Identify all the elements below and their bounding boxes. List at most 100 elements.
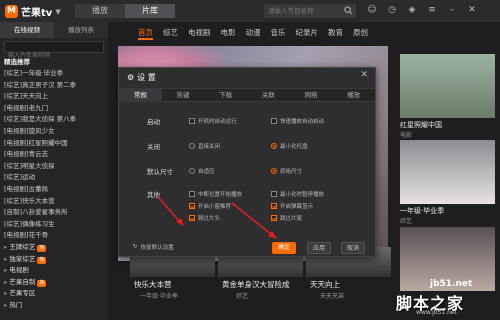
sidebar-category[interactable]: 电视剧 xyxy=(4,265,104,277)
option-label: 跳过片头 xyxy=(198,216,221,222)
search-input[interactable] xyxy=(268,4,340,18)
menu-icon[interactable]: ≡ xyxy=(426,3,438,17)
ok-button[interactable]: 确定 xyxy=(272,242,296,254)
sidebar-item[interactable]: [电视剧]老九门 xyxy=(4,103,104,115)
option-pause-minimized[interactable]: 最小化时暂停播放 xyxy=(271,190,324,198)
dialog-footer: ↻ 恢复默认设置 确定 应用 取消 xyxy=(119,240,375,256)
nav-movie[interactable]: 电影 xyxy=(221,26,236,40)
radio-button[interactable] xyxy=(271,168,277,174)
checkbox[interactable] xyxy=(189,118,195,124)
poster-title[interactable]: 红星照耀中国 xyxy=(400,120,442,130)
sidebar-item[interactable]: [自制]八卦爱星事务所 xyxy=(4,207,104,219)
sidebar-item[interactable]: [电视剧]青云志 xyxy=(4,149,104,161)
dialog-title-text: 设 置 xyxy=(137,73,156,82)
sidebar-item[interactable]: [综艺]真正男子汉 第二季 xyxy=(4,80,104,92)
clock-icon[interactable]: ◷ xyxy=(386,3,398,17)
poster-thumbnail[interactable] xyxy=(400,54,495,118)
sidebar-item[interactable]: [电视剧]旋风少女 xyxy=(4,126,104,138)
option-close-directly[interactable]: 直接关闭 xyxy=(189,142,220,150)
sidebar-item[interactable]: [综艺]我是大侦探 第八季 xyxy=(4,114,104,126)
category-label: 热门 xyxy=(9,300,23,309)
option-skip-outro[interactable]: 跳过片尾 xyxy=(271,214,302,222)
tab-play[interactable]: 播放 xyxy=(75,4,125,18)
nav-anime[interactable]: 动漫 xyxy=(246,26,261,40)
sidebar-category[interactable]: 芒果自制热 xyxy=(4,277,104,289)
option-original-size[interactable]: 原始尺寸 xyxy=(271,167,302,175)
sidebar-item[interactable]: [综艺]一年级·毕业季 xyxy=(4,68,104,80)
checkbox[interactable] xyxy=(189,191,195,197)
sidebar-item[interactable]: [综艺]运动 xyxy=(4,172,104,184)
poster-title[interactable]: 快乐大本营 xyxy=(134,279,172,290)
tab-network[interactable]: 网络 xyxy=(290,89,333,101)
skin-icon[interactable]: ◈ xyxy=(406,3,418,17)
sidebar-category[interactable]: 王牌综艺热 xyxy=(4,242,104,254)
sidebar-item[interactable]: [综艺]天天向上 xyxy=(4,91,104,103)
radio-button[interactable] xyxy=(271,143,277,149)
radio-button[interactable] xyxy=(189,143,195,149)
sidebar-item[interactable]: [电视剧]红星照耀中国 xyxy=(4,138,104,150)
poster-title[interactable]: 黄金单身汉大冒险成 xyxy=(222,279,290,290)
poster-title[interactable]: 天天向上 xyxy=(310,279,340,290)
checkbox[interactable] xyxy=(189,203,195,209)
tab-hotkeys[interactable]: 热键 xyxy=(162,89,205,101)
user-icon[interactable]: ☺ xyxy=(366,3,378,17)
nav-original[interactable]: 原创 xyxy=(353,26,368,40)
option-danmaku[interactable]: 开启弹幕显示 xyxy=(271,202,313,210)
close-icon[interactable]: ✕ xyxy=(466,3,478,17)
tab-general[interactable]: 常规 xyxy=(119,89,162,101)
checkbox[interactable] xyxy=(271,215,277,221)
checkbox[interactable] xyxy=(271,118,277,124)
hot-badge: 热 xyxy=(37,256,47,264)
option-label: 最小化时暂停播放 xyxy=(280,192,325,198)
option-autorun[interactable]: 开机时自动运行 xyxy=(189,117,237,125)
sidebar: 在线视频 播放列表 精选推荐 [综艺]一年级·毕业季 [综艺]真正男子汉 第二季… xyxy=(0,22,108,320)
tab-association[interactable]: 关联 xyxy=(247,89,290,101)
sidebar-category[interactable]: 芒果专区 xyxy=(4,288,104,300)
sidebar-search[interactable] xyxy=(4,41,104,61)
apply-button[interactable]: 应用 xyxy=(307,242,331,254)
sidebar-item[interactable]: [综艺]快乐大本营 xyxy=(4,196,104,208)
poster-title[interactable]: 一年级·毕业季 xyxy=(400,206,444,216)
minimize-icon[interactable]: – xyxy=(446,3,458,17)
cancel-button[interactable]: 取消 xyxy=(341,242,365,254)
option-quick-play[interactable]: 快速播放自动启动 xyxy=(271,117,324,125)
sidebar-item[interactable]: [电视剧]古董局 xyxy=(4,184,104,196)
sidebar-item[interactable]: [综艺]明星大侦探 xyxy=(4,161,104,173)
nav-home[interactable]: 首页 xyxy=(138,26,153,40)
sidebar-item[interactable]: [综艺]偶像练习生 xyxy=(4,219,104,231)
nav-music[interactable]: 音乐 xyxy=(271,26,286,40)
checkbox[interactable] xyxy=(189,215,195,221)
tab-library[interactable]: 片库 xyxy=(125,4,175,18)
chevron-down-icon[interactable]: ▼ xyxy=(55,8,60,16)
app-logo[interactable]: M 芒果tv ▼ xyxy=(5,4,61,19)
search-icon[interactable] xyxy=(344,6,353,15)
category-label: 独家综艺 xyxy=(9,254,36,263)
option-label: 快速播放自动启动 xyxy=(280,119,325,125)
option-adaptive[interactable]: 自适应 xyxy=(189,167,215,175)
poster-thumbnail[interactable] xyxy=(400,140,495,204)
sidebar-category[interactable]: 热门 xyxy=(4,300,104,312)
search-box[interactable] xyxy=(264,4,356,18)
sidebar-category[interactable]: 独家综艺热 xyxy=(4,254,104,266)
radio-button[interactable] xyxy=(189,168,195,174)
nav-documentary[interactable]: 纪录片 xyxy=(296,26,319,40)
option-small-window[interactable]: 开启小窗推荐 xyxy=(189,202,231,210)
checkbox[interactable] xyxy=(271,203,277,209)
option-resume-position[interactable]: 中断位置开始播放 xyxy=(189,190,242,198)
option-label: 开启弹幕显示 xyxy=(280,204,314,210)
option-skip-intro[interactable]: 跳过片头 xyxy=(189,214,220,222)
option-label: 跳过片尾 xyxy=(280,216,303,222)
tab-online-video[interactable]: 在线视频 xyxy=(0,22,54,38)
tab-playback[interactable]: 播放 xyxy=(332,89,375,101)
tab-playlist[interactable]: 播放列表 xyxy=(54,22,108,38)
nav-variety[interactable]: 综艺 xyxy=(163,26,178,40)
reset-defaults-link[interactable]: ↻ 恢复默认设置 xyxy=(133,243,174,251)
tab-download[interactable]: 下载 xyxy=(204,89,247,101)
mango-tv-window: M 芒果tv ▼ 播放 片库 ☺ ◷ ◈ ≡ – ✕ 在线视频 播放列表 xyxy=(0,0,500,320)
close-icon[interactable]: ✕ xyxy=(360,70,368,80)
nav-tv[interactable]: 电视剧 xyxy=(188,26,211,40)
checkbox[interactable] xyxy=(271,191,277,197)
sidebar-item[interactable]: [电视剧]花千骨 xyxy=(4,230,104,242)
option-minimize-tray[interactable]: 最小化托盘 xyxy=(271,142,308,150)
nav-education[interactable]: 教育 xyxy=(328,26,343,40)
